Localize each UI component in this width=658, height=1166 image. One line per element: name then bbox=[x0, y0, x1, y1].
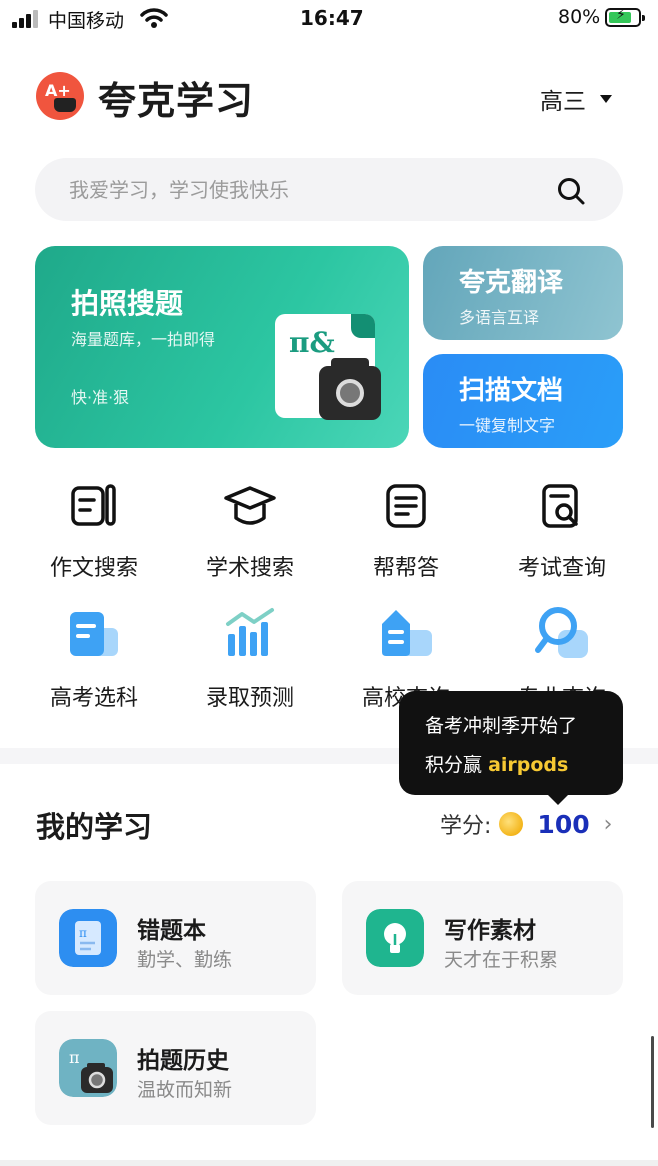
photo-search-title: 拍照搜题 bbox=[71, 287, 184, 320]
translate-subtitle: 多语言互译 bbox=[459, 308, 540, 327]
search-input[interactable] bbox=[69, 158, 549, 221]
grade-label: 高三 bbox=[540, 89, 586, 115]
mistake-book-icon: π bbox=[59, 909, 117, 967]
graduation-cap-icon bbox=[224, 486, 276, 525]
translate-card[interactable]: 夸克翻译 多语言互译 bbox=[423, 246, 623, 340]
tool-label: 录取预测 bbox=[205, 686, 294, 711]
tool-admission-predict[interactable]: 录取预测 bbox=[180, 604, 320, 716]
tile-subtitle: 天才在于积累 bbox=[444, 949, 559, 971]
scan-document-card[interactable]: 扫描文档 一键复制文字 bbox=[423, 354, 623, 448]
tile-title: 拍题历史 bbox=[137, 1048, 229, 1074]
tile-title: 写作素材 bbox=[444, 918, 536, 944]
major-search-icon bbox=[535, 607, 588, 658]
subject-select-icon bbox=[70, 612, 118, 656]
scan-subtitle: 一键复制文字 bbox=[459, 416, 556, 435]
my-study-title: 我的学习 bbox=[36, 810, 153, 844]
tool-academic-search[interactable]: 学术搜索 bbox=[180, 478, 320, 588]
tile-mistake-book[interactable]: π 错题本 勤学、勤练 bbox=[35, 881, 316, 995]
wifi-icon bbox=[140, 8, 168, 28]
photo-history-icon: π bbox=[59, 1039, 117, 1097]
tile-subtitle: 温故而知新 bbox=[137, 1079, 233, 1101]
tool-label: 高考选科 bbox=[49, 686, 138, 711]
tool-label: 帮帮答 bbox=[372, 556, 439, 581]
promo-tooltip[interactable]: 备考冲刺季开始了 积分赢 airpods bbox=[399, 691, 623, 805]
photo-search-tag: 快·准·狠 bbox=[71, 388, 130, 407]
chevron-right-icon: › bbox=[603, 811, 613, 837]
promo-tooltip-line1: 备考冲刺季开始了 bbox=[425, 715, 578, 737]
credits-link[interactable]: 学分: 100 › bbox=[440, 808, 612, 840]
university-icon bbox=[382, 610, 432, 656]
caret-down-icon bbox=[600, 95, 612, 103]
app-title: 夸克学习 bbox=[98, 79, 255, 123]
battery-icon: ⚡ bbox=[605, 7, 645, 27]
promo-tooltip-prefix: 积分赢 bbox=[425, 754, 483, 776]
tile-photo-history[interactable]: π 拍题历史 温故而知新 bbox=[35, 1011, 316, 1125]
svg-text:π: π bbox=[69, 1048, 80, 1067]
tooltip-arrow bbox=[547, 794, 569, 805]
photo-search-subtitle: 海量题库，一拍即得 bbox=[71, 330, 216, 349]
tile-writing-material[interactable]: 写作素材 天才在于积累 bbox=[342, 881, 623, 995]
scrollbar[interactable] bbox=[651, 1036, 654, 1128]
exam-query-icon bbox=[542, 484, 578, 528]
signal-icon bbox=[12, 10, 42, 28]
camera-icon bbox=[319, 358, 381, 420]
app-logo: A+ bbox=[36, 72, 84, 120]
bottom-divider bbox=[0, 1160, 658, 1166]
photo-search-card[interactable]: 拍照搜题 海量题库，一拍即得 快·准·狠 π& bbox=[35, 246, 409, 448]
translate-title: 夸克翻译 bbox=[459, 268, 564, 298]
coin-icon bbox=[499, 812, 524, 836]
credits-value: 100 bbox=[537, 809, 590, 839]
essay-search-icon bbox=[71, 484, 116, 526]
promo-tooltip-highlight: airpods bbox=[488, 754, 569, 776]
promo-tooltip-line2: 积分赢 airpods bbox=[425, 750, 568, 777]
battery-percentage: 80% bbox=[558, 6, 601, 28]
tool-exam-query[interactable]: 考试查询 bbox=[492, 478, 632, 588]
help-answer-icon bbox=[386, 484, 426, 528]
search-icon[interactable] bbox=[556, 176, 586, 206]
tool-label: 学术搜索 bbox=[205, 556, 294, 581]
tool-essay-search[interactable]: 作文搜索 bbox=[24, 478, 164, 588]
tool-subject-select[interactable]: 高考选科 bbox=[24, 604, 164, 716]
credits-label: 学分: bbox=[440, 814, 492, 839]
clock: 16:47 bbox=[300, 6, 364, 30]
carrier-name: 中国移动 bbox=[48, 10, 125, 32]
tool-help-answer[interactable]: 帮帮答 bbox=[336, 478, 476, 588]
grade-selector[interactable]: 高三 bbox=[540, 82, 612, 116]
tile-title: 错题本 bbox=[137, 918, 206, 944]
tile-subtitle: 勤学、勤练 bbox=[137, 949, 233, 971]
lightbulb-icon bbox=[366, 909, 424, 967]
status-bar: 中国移动 16:47 80% ⚡ bbox=[0, 0, 658, 40]
scan-title: 扫描文档 bbox=[459, 376, 564, 406]
search-bar[interactable] bbox=[35, 158, 623, 221]
tool-label: 作文搜索 bbox=[49, 556, 138, 581]
tool-label: 考试查询 bbox=[517, 556, 606, 581]
svg-text:π: π bbox=[79, 926, 87, 940]
admission-chart-icon bbox=[226, 608, 274, 656]
